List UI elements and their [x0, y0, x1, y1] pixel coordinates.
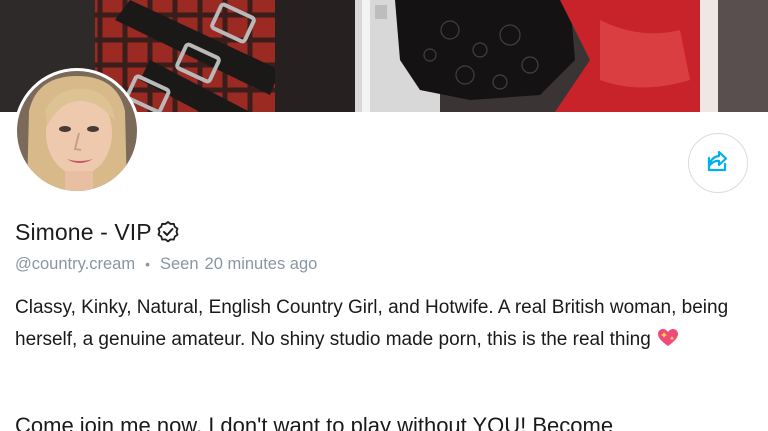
meta-separator: •: [145, 256, 150, 272]
profile-bio: Classy, Kinky, Natural, English Country …: [15, 292, 755, 358]
profile-page: Simone - VIP @country.cream • Seen 20 mi…: [0, 0, 768, 431]
last-seen-time: 20 minutes ago: [204, 254, 318, 273]
avatar[interactable]: [14, 68, 140, 194]
profile-bio-continued: Come join me now, I don't want to play w…: [15, 413, 614, 431]
sparkling-heart-emoji: [657, 327, 679, 359]
share-icon: [704, 147, 732, 180]
profile-name-row: Simone - VIP: [15, 217, 180, 247]
seen-label: Seen: [159, 254, 199, 273]
profile-handle: @country.cream: [15, 254, 136, 273]
share-button[interactable]: [688, 133, 748, 193]
profile-display-name: Simone - VIP: [15, 218, 152, 245]
profile-bio-text: Classy, Kinky, Natural, English Country …: [15, 297, 729, 350]
profile-meta-row: @country.cream • Seen 20 minutes ago: [15, 253, 317, 275]
verified-badge-icon: [156, 220, 180, 244]
